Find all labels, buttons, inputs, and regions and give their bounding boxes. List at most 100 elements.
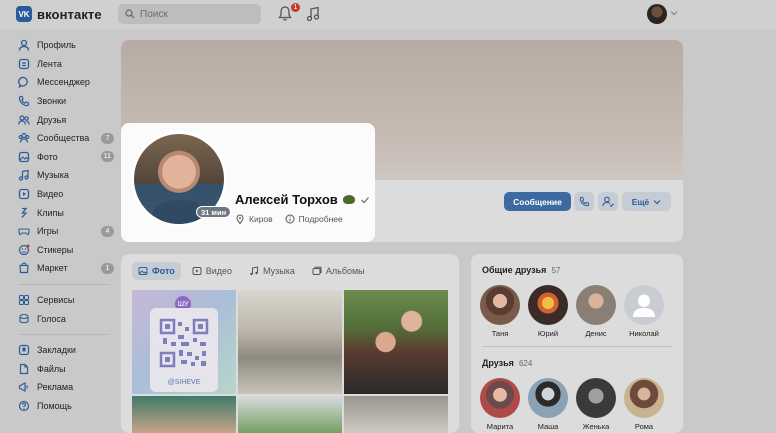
sidebar-item-music[interactable]: Музыка	[12, 166, 116, 185]
sidebar-item-feed[interactable]: Лента	[12, 55, 116, 74]
common-friends-count: 57	[551, 266, 561, 275]
photo-tile[interactable]	[344, 396, 448, 433]
help-icon	[18, 400, 30, 412]
online-status: 31 мин	[196, 206, 232, 218]
sidebar-item-label: Мессенджер	[37, 77, 90, 88]
profile-city: Киров	[235, 214, 273, 224]
user-icon	[18, 39, 30, 51]
tab-photos[interactable]: Фото	[132, 262, 181, 280]
photo-tile[interactable]	[238, 396, 342, 433]
friend-name: Николай	[629, 329, 659, 338]
sidebar-item-count: 7	[101, 132, 114, 144]
tab-video[interactable]: Видео	[186, 262, 238, 280]
communities-icon	[18, 132, 30, 144]
notifications-button[interactable]: 1	[278, 2, 301, 24]
photo-tile[interactable]	[344, 290, 448, 394]
phone-icon	[579, 196, 589, 207]
music-note-icon	[306, 6, 320, 22]
avatar	[480, 378, 520, 418]
friend-card[interactable]: Рома	[622, 378, 666, 431]
tab-label: Музыка	[263, 266, 295, 276]
add-friend-button[interactable]	[598, 192, 618, 211]
ads-icon	[18, 381, 30, 393]
music-button[interactable]	[306, 6, 324, 24]
photo-tile[interactable]	[238, 290, 342, 394]
nav-divider	[18, 283, 110, 285]
info-icon	[285, 214, 295, 224]
sidebar-item-ads[interactable]: Реклама	[12, 378, 116, 397]
sidebar-item-help[interactable]: Помощь	[12, 397, 116, 416]
photo-icon	[18, 151, 30, 163]
services-icon	[18, 294, 30, 306]
sidebar-item-votes[interactable]: Голоса	[12, 309, 116, 328]
sidebar-item-label: Файлы	[37, 363, 66, 374]
sidebar-item-bookmark[interactable]: Закладки	[12, 341, 116, 360]
friend-name: Юрий	[537, 329, 559, 338]
friend-card[interactable]: Таня	[478, 285, 522, 338]
sidebar-item-label: Звонки	[37, 96, 67, 107]
friend-card[interactable]: Юрий	[526, 285, 570, 338]
left-sidebar: Профиль Лента Мессенджер Звонки Друзья Сообще…	[12, 36, 116, 415]
market-icon	[18, 262, 30, 274]
votes-icon	[18, 313, 30, 325]
friend-card[interactable]: Марита	[478, 378, 522, 431]
sidebar-item-label: Стикеры	[37, 244, 74, 255]
sidebar-item-photo[interactable]: Фото 11	[12, 148, 116, 167]
profile-more-link[interactable]: Подробнее	[285, 214, 343, 224]
sidebar-item-video[interactable]: Видео	[12, 185, 116, 204]
games-icon	[18, 225, 30, 237]
friend-name: Марита	[486, 422, 514, 431]
sidebar-item-label: Фото	[37, 151, 58, 162]
sidebar-item-label: Маркет	[37, 263, 68, 274]
sidebar-item-label: Друзья	[37, 114, 67, 125]
profile-name: Алексей Торхов	[235, 192, 338, 207]
friend-card[interactable]: Денис	[574, 285, 618, 338]
sidebar-item-friends[interactable]: Друзья	[12, 110, 116, 129]
vk-logo[interactable]: VK вконтакте	[16, 6, 102, 22]
sidebar-item-services[interactable]: Сервисы	[12, 291, 116, 310]
friend-card[interactable]: Маша	[526, 378, 570, 431]
logo-text: вконтакте	[37, 6, 102, 22]
photo-tile[interactable]: ШУ @SIHEVE	[132, 290, 236, 394]
user-avatar[interactable]	[647, 4, 667, 24]
search-box[interactable]	[118, 4, 261, 24]
tab-albums[interactable]: Альбомы	[306, 262, 371, 280]
tab-music[interactable]: Музыка	[243, 262, 301, 280]
more-actions-button[interactable]: Ещё	[622, 192, 671, 211]
tab-label: Фото	[152, 266, 175, 276]
call-button[interactable]	[574, 192, 594, 211]
friend-card[interactable]: Женька	[574, 378, 618, 431]
friend-name: Таня	[491, 329, 509, 338]
city-label: Киров	[249, 214, 273, 224]
profile-info: Киров Подробнее	[235, 214, 343, 224]
photo-tile[interactable]	[132, 396, 236, 433]
friends-divider	[482, 346, 672, 347]
search-input[interactable]	[140, 8, 250, 20]
sidebar-item-clips[interactable]: Клипы	[12, 203, 116, 222]
sidebar-item-user[interactable]: Профиль	[12, 36, 116, 55]
sidebar-item-market[interactable]: Маркет 1	[12, 259, 116, 278]
avatar	[624, 378, 664, 418]
common-friends-header[interactable]: Общие друзья 57	[482, 265, 560, 275]
sidebar-item-stickers[interactable]: Стикеры	[12, 241, 116, 260]
feed-icon	[18, 58, 30, 70]
sidebar-item-count: 4	[101, 225, 114, 237]
message-button[interactable]: Сообщение	[504, 192, 571, 211]
friend-card[interactable]: Николай	[622, 285, 666, 338]
sidebar-item-label: Закладки	[37, 345, 76, 356]
video-icon	[18, 188, 30, 200]
sidebar-item-phone[interactable]: Звонки	[12, 92, 116, 111]
friends-header[interactable]: Друзья 624	[482, 358, 532, 368]
profile-name-row: Алексей Торхов	[235, 192, 370, 207]
photo-icon	[138, 267, 148, 275]
sidebar-item-files[interactable]: Файлы	[12, 360, 116, 379]
friend-name: Маша	[537, 422, 559, 431]
sidebar-item-games[interactable]: Игры 4	[12, 222, 116, 241]
sidebar-item-label: Профиль	[37, 40, 76, 51]
chevron-down-icon[interactable]	[670, 9, 678, 17]
video-icon	[192, 267, 202, 275]
stickers-icon	[18, 244, 30, 256]
sidebar-item-communities[interactable]: Сообщества 7	[12, 129, 116, 148]
sidebar-item-messenger[interactable]: Мессенджер	[12, 73, 116, 92]
sidebar-item-label: Музыка	[37, 170, 69, 181]
